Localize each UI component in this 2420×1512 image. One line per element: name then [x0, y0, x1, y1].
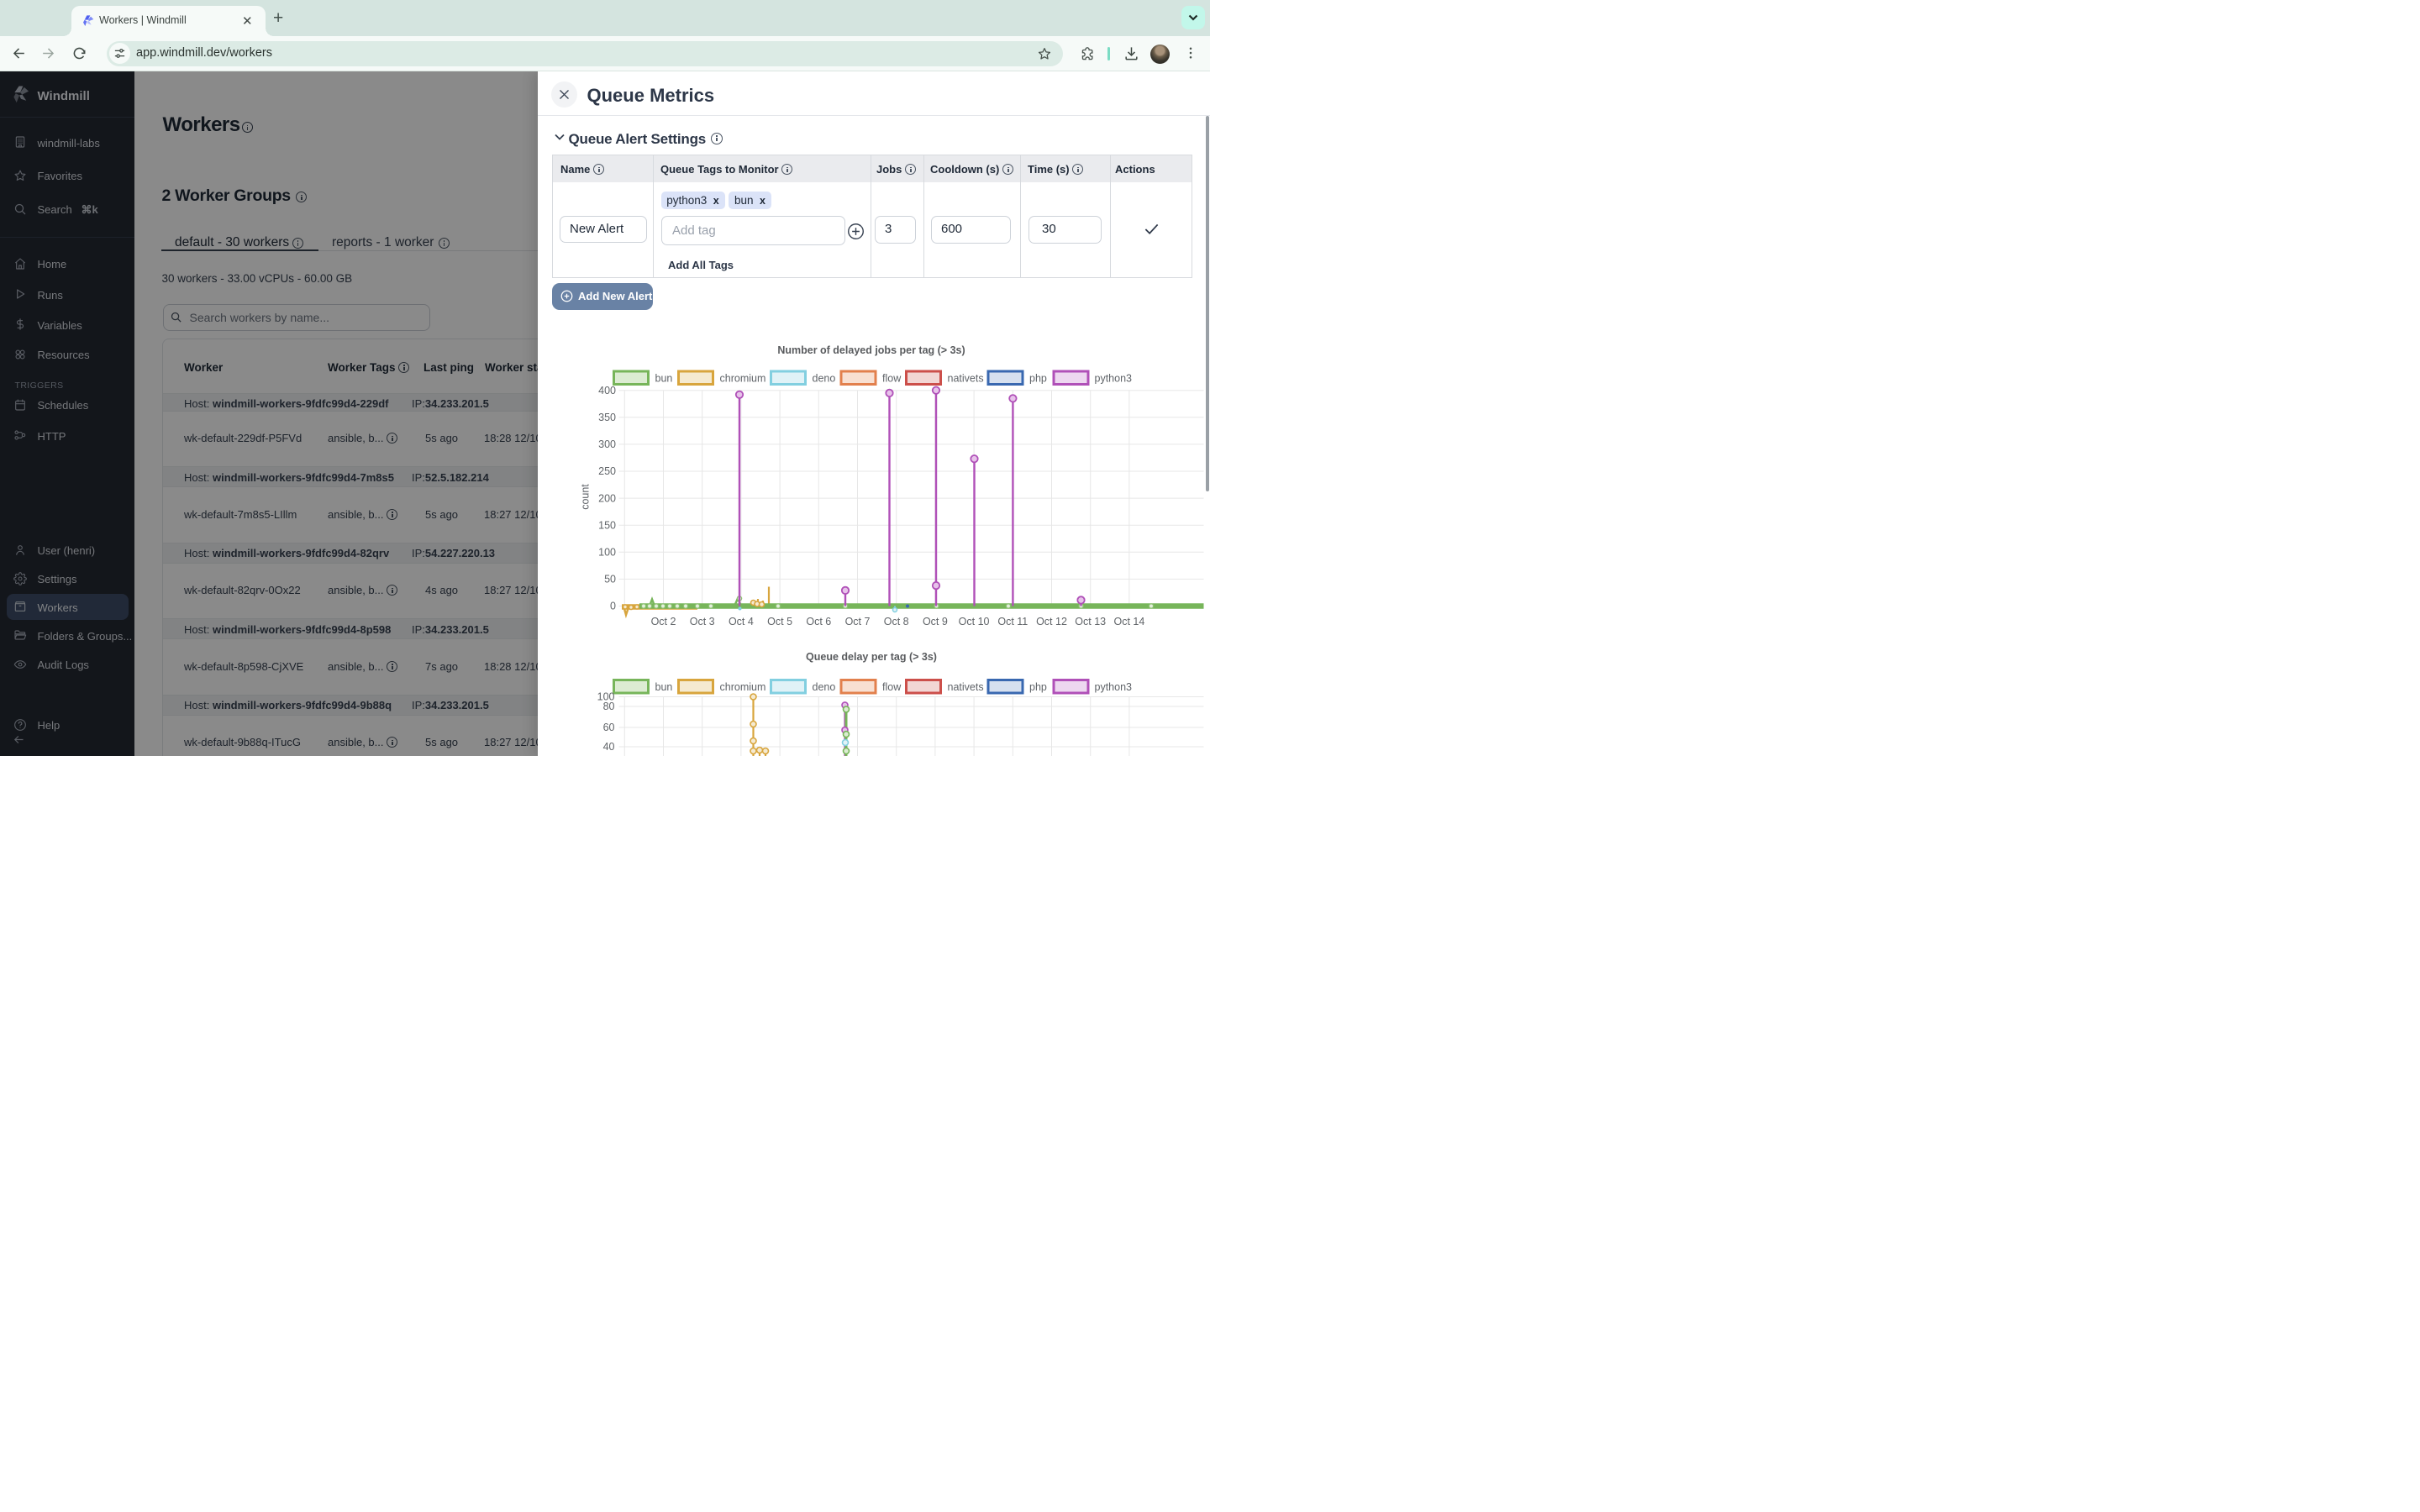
svg-text:Oct 14: Oct 14 [1113, 616, 1144, 627]
svg-text:350: 350 [598, 412, 616, 423]
svg-text:0: 0 [610, 601, 616, 612]
svg-text:Queue delay per tag (> 3s): Queue delay per tag (> 3s) [806, 651, 937, 663]
svg-text:Oct 2: Oct 2 [650, 616, 676, 627]
svg-text:Oct 11: Oct 11 [997, 616, 1028, 627]
svg-text:40: 40 [602, 741, 614, 753]
svg-text:Oct 13: Oct 13 [1075, 616, 1106, 627]
svg-text:50: 50 [604, 574, 616, 585]
svg-text:Oct 5: Oct 5 [767, 616, 792, 627]
svg-text:nativets: nativets [947, 373, 983, 385]
svg-text:150: 150 [598, 519, 616, 531]
svg-text:Oct 10: Oct 10 [958, 616, 989, 627]
svg-text:chromium: chromium [719, 681, 765, 693]
svg-text:nativets: nativets [947, 681, 983, 693]
svg-text:bun: bun [655, 373, 672, 385]
svg-text:bun: bun [655, 681, 672, 693]
svg-text:Number of delayed jobs per tag: Number of delayed jobs per tag (> 3s) [777, 344, 965, 356]
svg-text:count: count [579, 484, 591, 510]
svg-text:60: 60 [602, 722, 614, 733]
svg-text:Oct 7: Oct 7 [844, 616, 870, 627]
svg-text:chromium: chromium [719, 373, 765, 385]
svg-text:Oct 8: Oct 8 [883, 616, 908, 627]
svg-text:Oct 6: Oct 6 [806, 616, 831, 627]
svg-text:Oct 9: Oct 9 [922, 616, 947, 627]
svg-text:250: 250 [598, 465, 616, 477]
svg-text:python3: python3 [1094, 373, 1132, 385]
svg-text:Oct 12: Oct 12 [1036, 616, 1067, 627]
svg-text:php: php [1029, 373, 1047, 385]
svg-text:80: 80 [602, 701, 614, 712]
svg-text:400: 400 [598, 385, 616, 396]
svg-text:php: php [1029, 681, 1047, 693]
svg-text:200: 200 [598, 492, 616, 504]
svg-text:300: 300 [598, 438, 616, 450]
svg-text:python3: python3 [1094, 681, 1132, 693]
svg-text:Oct 3: Oct 3 [689, 616, 714, 627]
svg-text:deno: deno [812, 681, 835, 693]
svg-text:flow: flow [882, 681, 902, 693]
svg-text:100: 100 [598, 547, 616, 559]
svg-text:Oct 4: Oct 4 [728, 616, 753, 627]
svg-text:deno: deno [812, 373, 835, 385]
svg-text:flow: flow [882, 373, 902, 385]
